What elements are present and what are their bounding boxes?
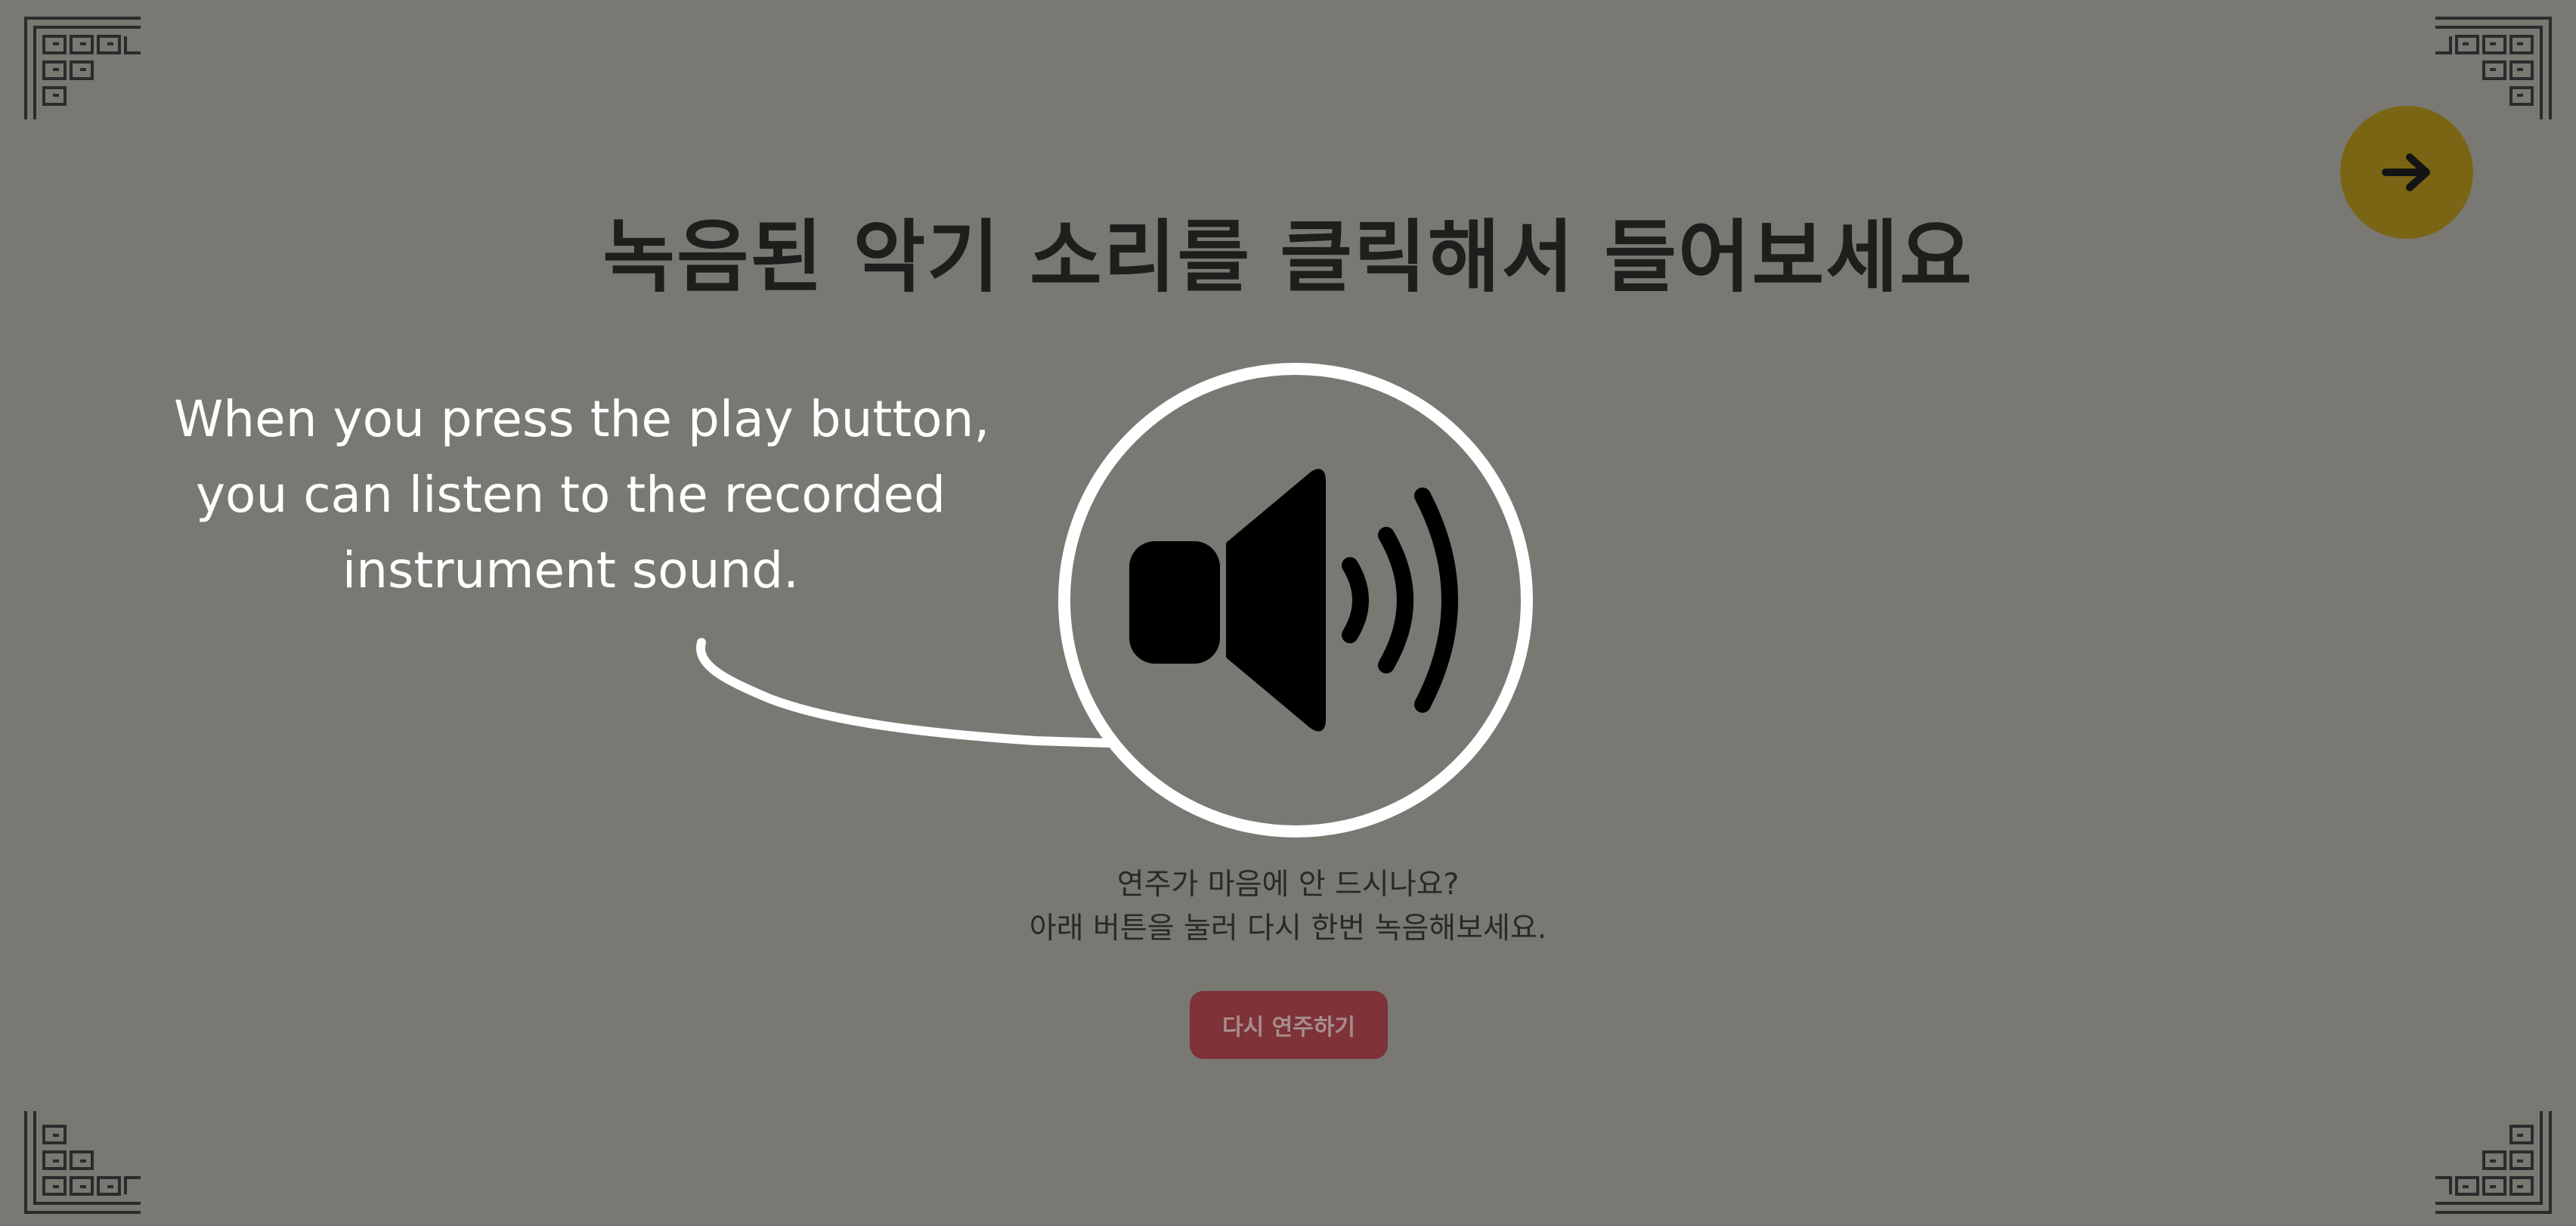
retry-message-line-2: 아래 버튼을 눌러 다시 한번 녹음해보세요.: [1029, 912, 1547, 946]
retry-message: 연주가 마음에 안 드시나요? 아래 버튼을 눌러 다시 한번 녹음해보세요.: [0, 863, 2576, 951]
play-hint-line-3: instrument sound.: [342, 541, 800, 599]
play-hint-line-2: you can listen to the recorded: [196, 466, 946, 524]
speaker-volume-icon: [1129, 469, 1458, 732]
corner-ornament-bottom-right: [2432, 1108, 2553, 1215]
hint-connector-line: [696, 638, 1113, 748]
play-hint-line-1: When you press the play button,: [174, 390, 990, 448]
corner-ornament-top-right: [2432, 15, 2553, 122]
screen: 녹음된 악기 소리를 클릭해서 들어보세요 When you press the…: [0, 0, 2576, 1226]
page-title: 녹음된 악기 소리를 클릭해서 들어보세요: [602, 211, 1974, 303]
corner-ornament-top-left: [23, 15, 144, 122]
play-sound-button[interactable]: [1058, 363, 1533, 837]
replay-button[interactable]: 다시 연주하기: [1190, 991, 1388, 1059]
arrow-right-icon: [2382, 153, 2430, 191]
corner-ornament-bottom-left: [23, 1108, 144, 1215]
retry-message-line-1: 연주가 마음에 안 드시나요?: [1116, 868, 1460, 902]
play-hint: When you press the play button, you can …: [174, 382, 990, 608]
